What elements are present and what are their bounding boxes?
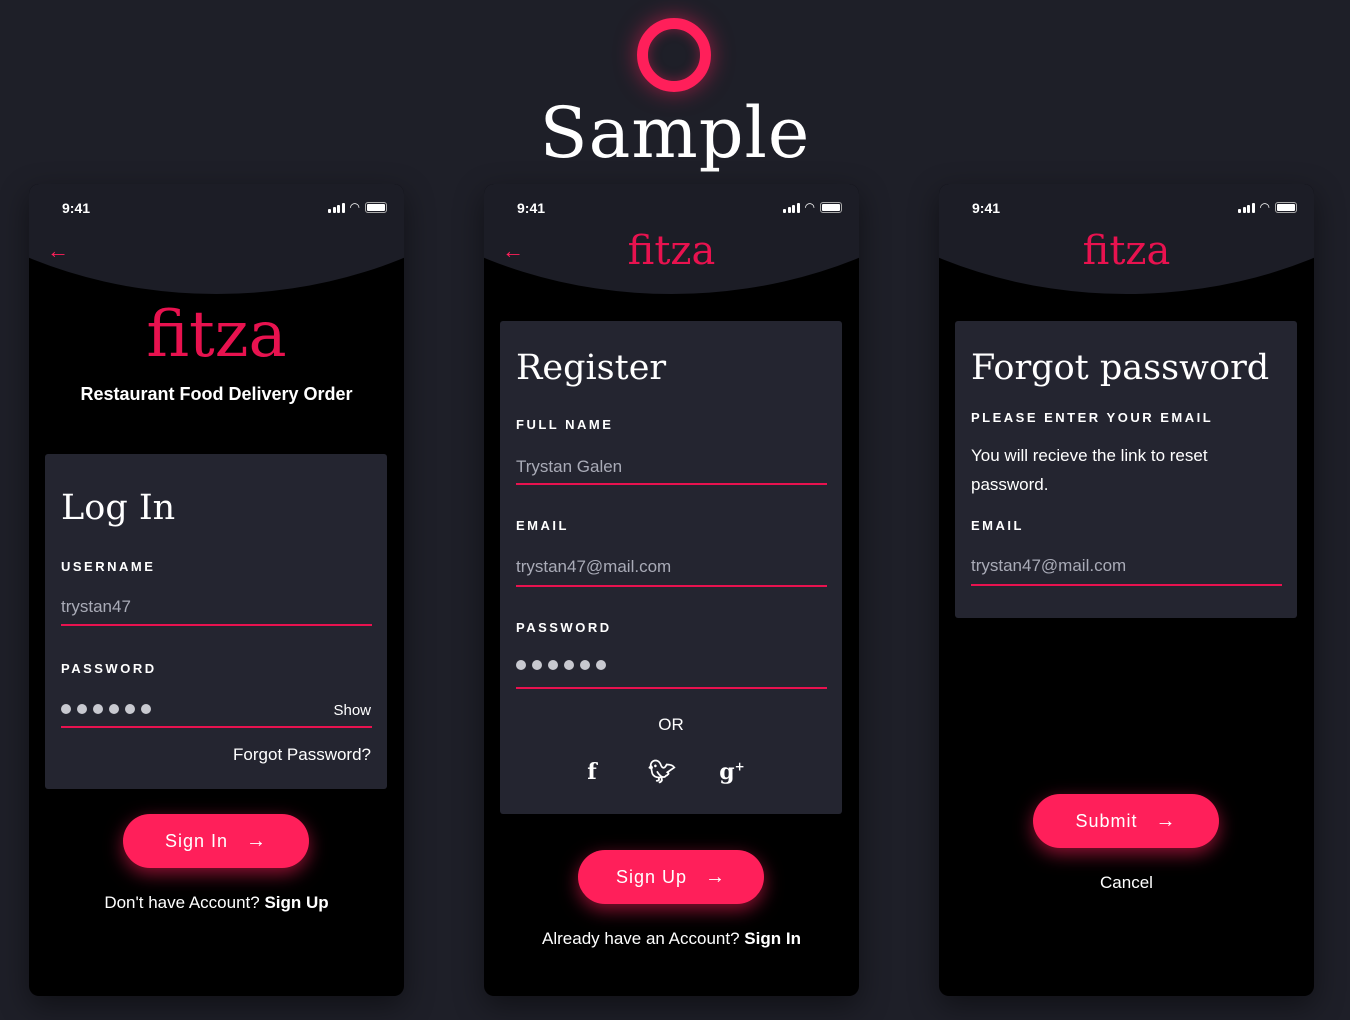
battery-icon	[820, 201, 842, 213]
email-input[interactable]: trystan47@mail.com	[516, 557, 671, 577]
submit-label: Submit	[1075, 810, 1138, 831]
signin-prompt: Already have an Account? Sign In	[484, 929, 859, 949]
login-card: Log In USERNAME trystan47 PASSWORD Show …	[45, 454, 387, 789]
arrow-right-icon: →	[705, 865, 727, 888]
password-underline	[61, 726, 372, 728]
sign-up-link[interactable]: Sign Up	[264, 893, 328, 912]
username-underline	[61, 624, 372, 626]
or-divider: OR	[658, 715, 684, 734]
social-login: f 🐦︎ g+	[557, 759, 767, 785]
instruction-label: PLEASE ENTER YOUR EMAIL	[971, 410, 1214, 425]
register-card: Register FULL NAME Trystan Galen EMAIL t…	[500, 321, 842, 814]
email-input[interactable]: trystan47@mail.com	[971, 556, 1126, 576]
submit-button[interactable]: Submit →	[1033, 794, 1219, 848]
password-underline	[516, 687, 827, 689]
status-time: 9:41	[972, 200, 1001, 216]
email-underline	[516, 585, 827, 587]
signin-prompt-text: Already have an Account?	[542, 929, 740, 948]
ring-icon	[637, 18, 711, 92]
forgot-title: Forgot password	[971, 348, 1270, 388]
sign-up-label: Sign Up	[615, 866, 688, 887]
status-time: 9:41	[517, 200, 546, 216]
back-arrow-icon[interactable]: ←	[47, 238, 69, 264]
status-time: 9:41	[62, 200, 91, 216]
battery-icon	[365, 201, 387, 213]
reset-note: You will recieve the link to reset passw…	[971, 446, 1208, 494]
fullname-label: FULL NAME	[516, 417, 614, 432]
register-title: Register	[516, 348, 667, 388]
status-bar: 9:41 ◠	[972, 200, 1297, 218]
sign-up-button[interactable]: Sign Up →	[578, 850, 764, 904]
battery-icon	[1275, 201, 1297, 213]
sign-in-label: Sign In	[164, 830, 229, 851]
email-underline	[971, 584, 1282, 586]
password-label: PASSWORD	[516, 620, 612, 635]
wifi-icon: ◠	[349, 200, 360, 214]
email-label: EMAIL	[516, 518, 569, 533]
arrow-right-icon: →	[1155, 809, 1177, 832]
cancel-button[interactable]: Cancel	[939, 873, 1314, 893]
username-input[interactable]: trystan47	[61, 597, 131, 617]
app-logo: fitza	[146, 298, 287, 372]
signal-icon	[783, 202, 800, 213]
password-label: PASSWORD	[61, 661, 157, 676]
status-bar: 9:41 ◠	[517, 200, 842, 218]
page-title: Sample	[539, 92, 811, 174]
arrow-right-icon: →	[246, 829, 268, 852]
login-screen: 9:41 ◠ ← fitza Restaurant Food Delivery …	[29, 184, 404, 996]
forgot-password-link[interactable]: Forgot Password?	[233, 745, 371, 765]
app-logo: fitza	[627, 228, 716, 274]
fullname-input[interactable]: Trystan Galen	[516, 457, 622, 477]
google-plus-icon[interactable]: g+	[697, 759, 767, 785]
app-subtitle: Restaurant Food Delivery Order	[80, 384, 353, 404]
forgot-password-screen: 9:41 ◠ fitza Forgot password PLEASE ENTE…	[939, 184, 1314, 996]
fullname-underline	[516, 483, 827, 485]
sign-in-button[interactable]: Sign In →	[123, 814, 309, 868]
signal-icon	[1238, 202, 1255, 213]
signal-icon	[328, 202, 345, 213]
sign-in-link[interactable]: Sign In	[744, 929, 801, 948]
signup-prompt: Don't have Account? Sign Up	[29, 893, 404, 913]
show-password-button[interactable]: Show	[333, 702, 371, 719]
signup-prompt-text: Don't have Account?	[104, 893, 260, 912]
username-label: USERNAME	[61, 559, 156, 574]
register-screen: 9:41 ◠ ← fitza Register FULL NAME Trysta…	[484, 184, 859, 996]
password-input[interactable]	[516, 660, 606, 670]
facebook-icon[interactable]: f	[557, 759, 627, 785]
forgot-card: Forgot password PLEASE ENTER YOUR EMAIL …	[955, 321, 1297, 618]
login-title: Log In	[61, 488, 176, 528]
wifi-icon: ◠	[804, 200, 815, 214]
app-logo: fitza	[1082, 228, 1171, 274]
email-label: EMAIL	[971, 518, 1024, 533]
twitter-icon[interactable]: 🐦︎	[627, 759, 697, 785]
password-input[interactable]	[61, 704, 151, 714]
status-bar: 9:41 ◠	[62, 200, 387, 218]
wifi-icon: ◠	[1259, 200, 1270, 214]
